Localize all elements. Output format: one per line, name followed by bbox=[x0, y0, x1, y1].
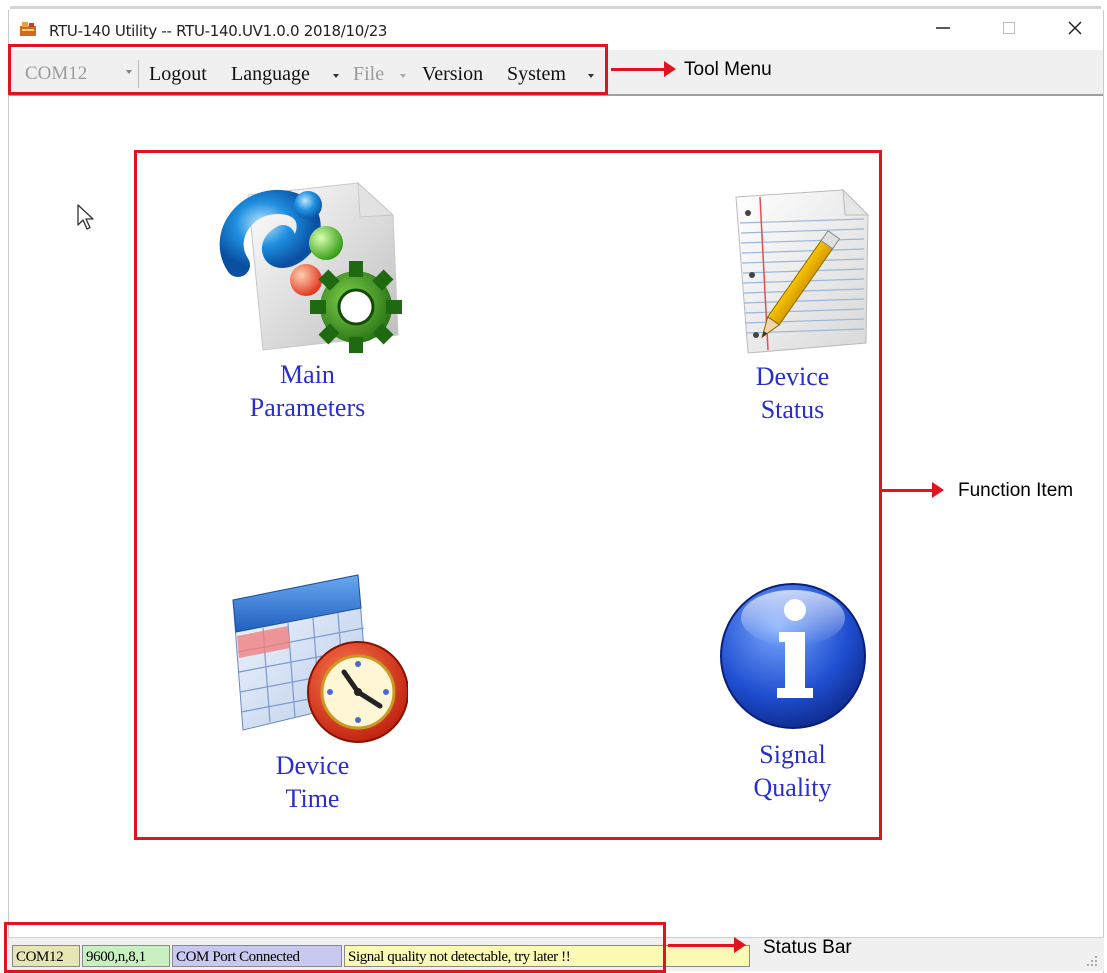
status-bar-highlight bbox=[4, 922, 666, 973]
rtu-app-icon bbox=[20, 22, 36, 36]
window-top-edge bbox=[0, 0, 1107, 10]
mouse-cursor-icon bbox=[77, 204, 94, 230]
close-icon bbox=[1068, 21, 1082, 35]
function-item-annotation: Function Item bbox=[958, 480, 1074, 501]
function-item-arrow bbox=[882, 482, 944, 498]
title-bar[interactable]: RTU-140 Utility -- RTU-140.UV1.0.0 2018/… bbox=[9, 10, 1103, 46]
window-title: RTU-140 Utility -- RTU-140.UV1.0.0 2018/… bbox=[49, 22, 388, 40]
minimize-icon bbox=[936, 27, 950, 29]
tool-menu-arrow bbox=[611, 61, 676, 77]
tool-menu-annotation: Tool Menu bbox=[684, 59, 772, 80]
status-bar-arrow bbox=[668, 937, 746, 953]
tool-menu-highlight bbox=[8, 44, 608, 95]
function-item-highlight bbox=[134, 150, 882, 840]
status-bar-annotation: Status Bar bbox=[763, 937, 852, 958]
minimize-button[interactable] bbox=[921, 15, 965, 41]
close-button[interactable] bbox=[1053, 15, 1097, 41]
resize-grip-icon[interactable] bbox=[1086, 955, 1098, 967]
maximize-icon bbox=[1003, 22, 1015, 34]
maximize-button[interactable] bbox=[987, 15, 1031, 41]
